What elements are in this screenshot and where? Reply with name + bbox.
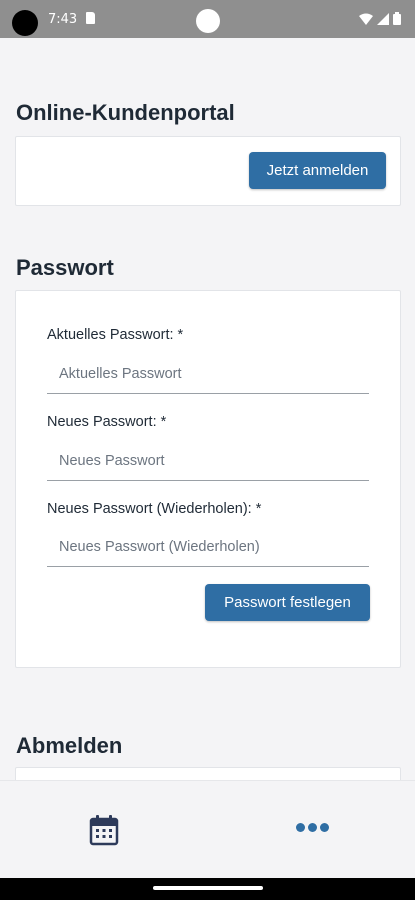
dot: [320, 823, 329, 832]
status-bar: 7:43: [0, 0, 415, 38]
set-password-button[interactable]: Passwort festlegen: [205, 584, 370, 621]
new-password-input[interactable]: [47, 441, 369, 481]
sim-card-icon: [86, 12, 95, 24]
front-camera: [196, 9, 220, 33]
current-password-input[interactable]: [47, 354, 369, 394]
battery-icon: [393, 12, 401, 25]
portal-card: Jetzt anmelden: [15, 136, 401, 206]
more-dots-icon[interactable]: [296, 823, 329, 832]
wifi-icon: [359, 13, 373, 25]
status-icons: [359, 12, 401, 25]
bottom-nav: [0, 780, 415, 878]
section-title-logout: Abmelden: [16, 733, 123, 758]
repeat-password-label: Neues Passwort (Wiederholen): *: [47, 501, 262, 517]
camera-cutout: [12, 10, 38, 36]
repeat-password-input[interactable]: [47, 527, 369, 567]
calendar-icon[interactable]: [89, 814, 119, 851]
password-card: Aktuelles Passwort: * Neues Passwort: * …: [15, 290, 401, 668]
section-title-portal: Online-Kundenportal: [16, 100, 235, 125]
home-indicator[interactable]: [153, 886, 263, 890]
dot: [308, 823, 317, 832]
new-password-label: Neues Passwort: *: [47, 414, 167, 430]
login-button[interactable]: Jetzt anmelden: [249, 152, 386, 189]
gesture-bar: [0, 878, 415, 900]
section-title-password: Passwort: [16, 255, 114, 280]
signal-icon: [377, 12, 389, 25]
dot: [296, 823, 305, 832]
status-time: 7:43: [48, 12, 78, 27]
current-password-label: Aktuelles Passwort: *: [47, 327, 184, 343]
